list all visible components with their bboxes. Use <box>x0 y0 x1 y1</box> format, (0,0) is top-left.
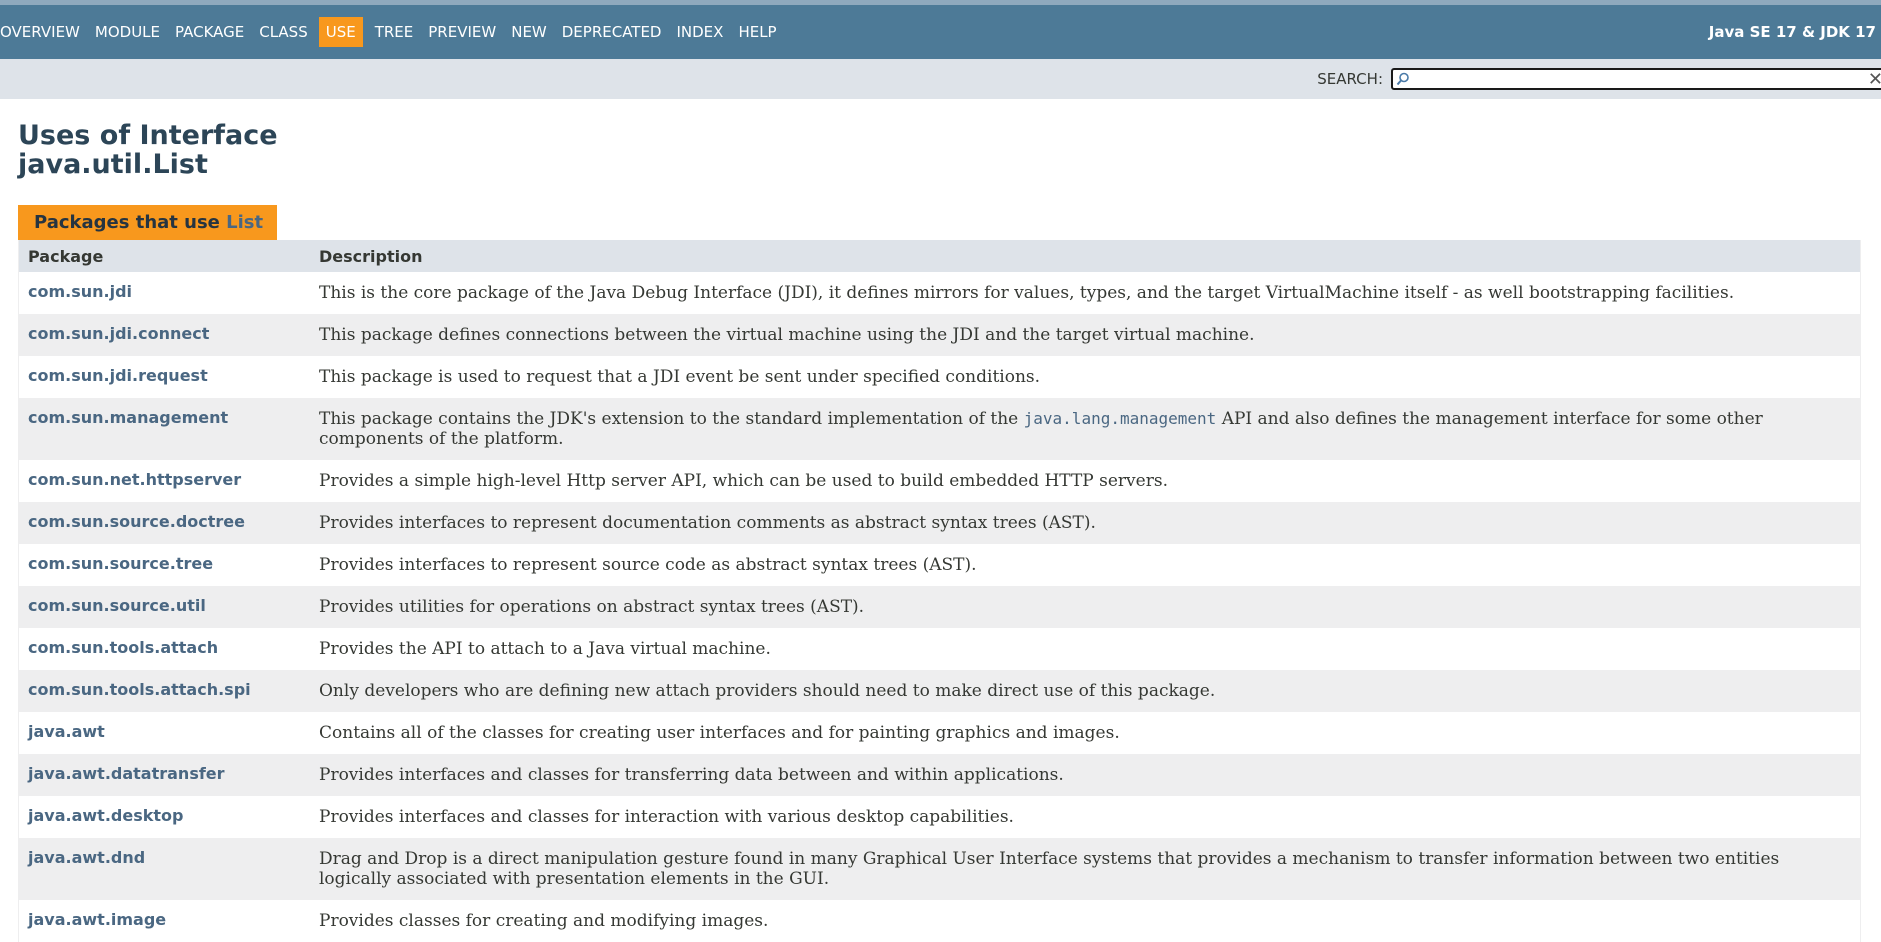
nav-use[interactable]: USE <box>318 17 363 47</box>
table-row: com.sun.jdi This is the core package of … <box>19 272 1860 314</box>
search-input[interactable]: ✕ <box>1391 68 1881 90</box>
nav-package[interactable]: PACKAGE <box>169 18 250 46</box>
sub-navbar: SEARCH: ✕ <box>0 59 1881 99</box>
package-description: Contains all of the classes for creating… <box>319 723 1120 743</box>
search-label: SEARCH: <box>1317 70 1383 88</box>
package-description: Provides utilities for operations on abs… <box>319 597 865 617</box>
nav-class[interactable]: CLASS <box>253 18 313 46</box>
package-link[interactable]: java.awt.dnd <box>19 838 319 900</box>
table-row: com.sun.source.doctree Provides interfac… <box>19 502 1860 544</box>
table-row: com.sun.tools.attach.spi Only developers… <box>19 670 1860 712</box>
reset-search-icon[interactable]: ✕ <box>1868 69 1881 90</box>
package-link[interactable]: com.sun.jdi.connect <box>19 314 319 356</box>
nav-module[interactable]: MODULE <box>89 18 166 46</box>
package-description: Provides a simple high-level Http server… <box>319 471 1168 491</box>
table-caption: Packages that use List <box>18 205 278 240</box>
package-description: Provides classes for creating and modify… <box>319 911 769 931</box>
table-row: java.awt.datatransfer Provides interface… <box>19 754 1860 796</box>
title-line-1: Uses of Interface <box>18 120 278 151</box>
nav-index[interactable]: INDEX <box>670 18 729 46</box>
package-link[interactable]: com.sun.management <box>19 398 319 460</box>
package-description: Provides interfaces and classes for tran… <box>319 765 1064 785</box>
package-link[interactable]: com.sun.jdi <box>19 272 319 314</box>
table-row: com.sun.jdi.connect This package defines… <box>19 314 1860 356</box>
header-description: Description <box>319 246 423 266</box>
package-link[interactable]: java.awt.datatransfer <box>19 754 319 796</box>
package-link[interactable]: com.sun.tools.attach <box>19 628 319 670</box>
package-link[interactable]: com.sun.source.doctree <box>19 502 319 544</box>
nav-deprecated[interactable]: DEPRECATED <box>556 18 668 46</box>
packages-table: Package Description com.sun.jdi This is … <box>18 240 1861 942</box>
package-link[interactable]: com.sun.net.httpserver <box>19 460 319 502</box>
table-row: java.awt.dnd Drag and Drop is a direct m… <box>19 838 1860 900</box>
nav-new[interactable]: NEW <box>505 18 553 46</box>
nav-tree[interactable]: TREE <box>369 18 420 46</box>
package-description: This is the core package of the Java Deb… <box>319 283 1735 303</box>
nav-list: OVERVIEW MODULE PACKAGE CLASS USE TREE P… <box>0 17 786 47</box>
table-header: Package Description <box>19 240 1860 272</box>
table-row: com.sun.net.httpserver Provides a simple… <box>19 460 1860 502</box>
package-link[interactable]: java.awt <box>19 712 319 754</box>
description-text: This package contains the JDK's extensio… <box>319 409 1024 429</box>
package-link[interactable]: com.sun.tools.attach.spi <box>19 670 319 712</box>
package-description: This package contains the JDK's extensio… <box>319 398 1860 460</box>
nav-help[interactable]: HELP <box>732 18 782 46</box>
package-link[interactable]: com.sun.source.tree <box>19 544 319 586</box>
package-link[interactable]: com.sun.source.util <box>19 586 319 628</box>
table-row: java.awt.desktop Provides interfaces and… <box>19 796 1860 838</box>
table-row: java.awt Contains all of the classes for… <box>19 712 1860 754</box>
package-description: This package defines connections between… <box>319 325 1255 345</box>
caption-text: Packages that use <box>34 212 227 233</box>
package-description: Provides interfaces to represent source … <box>319 555 977 575</box>
nav-overview[interactable]: OVERVIEW <box>0 18 86 46</box>
package-description: Provides the API to attach to a Java vir… <box>319 639 771 659</box>
main-content: Uses of Interface java.util.List Package… <box>0 121 1881 942</box>
header-package: Package <box>28 246 104 266</box>
table-row: com.sun.source.util Provides utilities f… <box>19 586 1860 628</box>
package-description: This package is used to request that a J… <box>319 367 1041 387</box>
top-navbar: OVERVIEW MODULE PACKAGE CLASS USE TREE P… <box>0 5 1881 59</box>
search-icon <box>1396 72 1409 86</box>
package-description: Provides interfaces and classes for inte… <box>319 807 1014 827</box>
package-description: Provides interfaces to represent documen… <box>319 513 1096 533</box>
code-link[interactable]: java.lang.management <box>1024 409 1217 428</box>
about-language: Java SE 17 & JDK 17 <box>1708 23 1876 41</box>
page-title: Uses of Interface java.util.List <box>18 121 1863 179</box>
title-line-2: java.util.List <box>18 149 208 180</box>
caption-link[interactable]: List <box>226 212 263 233</box>
table-row: com.sun.management This package contains… <box>19 398 1860 460</box>
package-description: Only developers who are defining new att… <box>319 681 1216 701</box>
nav-preview[interactable]: PREVIEW <box>422 18 502 46</box>
table-row: java.awt.image Provides classes for crea… <box>19 900 1860 942</box>
package-link[interactable]: java.awt.desktop <box>19 796 319 838</box>
table-row: com.sun.source.tree Provides interfaces … <box>19 544 1860 586</box>
table-row: com.sun.jdi.request This package is used… <box>19 356 1860 398</box>
package-link[interactable]: java.awt.image <box>19 900 319 942</box>
table-row: com.sun.tools.attach Provides the API to… <box>19 628 1860 670</box>
package-description: Drag and Drop is a direct manipulation g… <box>319 849 1780 889</box>
package-link[interactable]: com.sun.jdi.request <box>19 356 319 398</box>
